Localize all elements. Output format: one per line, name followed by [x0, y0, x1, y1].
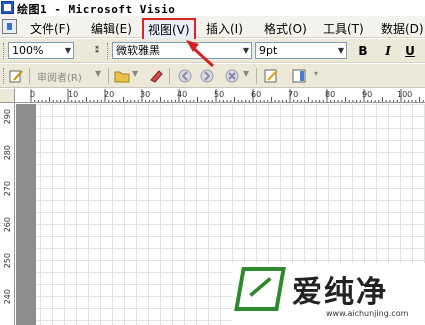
formatting-toolbar: 100% ▼ ⁑ 微软雅黑 ▼ 9pt ▼ B I U [0, 39, 425, 63]
zoom-combo[interactable]: 100% ▼ [8, 42, 74, 59]
document-icon[interactable] [2, 19, 17, 34]
chevron-down-icon[interactable]: ▼ [132, 69, 138, 78]
ruler-label: 270 [3, 181, 12, 197]
folder-icon[interactable] [114, 68, 130, 84]
chevron-down-icon[interactable]: ▼ [95, 69, 101, 78]
font-value: 微软雅黑 [116, 44, 160, 57]
brand-logo-icon [234, 267, 286, 311]
font-size-combo[interactable]: 9pt ▼ [255, 42, 347, 59]
toolbar-grip[interactable] [107, 43, 110, 59]
title-bar: 绘图1 - Microsoft Visio [0, 0, 425, 16]
menu-view[interactable]: 视图(V) [142, 18, 196, 41]
watermark: 爱纯净 www.aichunjing.com [232, 263, 425, 325]
separator [169, 68, 170, 84]
standard-toolbar: 审阅者(R) ▼ ▼ ▼ ▾ [0, 64, 425, 88]
eraser-icon[interactable] [148, 68, 164, 84]
ruler-label: 240 [3, 289, 12, 305]
menu-tools[interactable]: 工具(T) [323, 20, 364, 37]
markup-icon[interactable] [263, 68, 279, 84]
menu-edit[interactable]: 编辑(E) [91, 20, 132, 37]
menu-data[interactable]: 数据(D) [381, 20, 424, 37]
ruler-label: 280 [3, 145, 12, 161]
separator [29, 68, 30, 84]
ruler-label: 290 [3, 109, 12, 125]
toolbar-grip[interactable] [3, 43, 6, 59]
horizontal-ruler[interactable]: 0 10 20 30 40 50 60 70 80 90 100 [15, 89, 425, 103]
chevron-down-icon[interactable]: ▼ [243, 69, 249, 78]
menu-bar: 文件(F) 编辑(E) 视图(V) 插入(I) 格式(O) 工具(T) 数据(D… [0, 16, 425, 41]
ruler-label: 0 [30, 90, 36, 99]
chevron-down-icon[interactable]: ▼ [338, 43, 344, 58]
watermark-url: www.aichunjing.com [326, 309, 409, 318]
ruler-label: 10 [68, 90, 79, 99]
toolbar-grip[interactable] [3, 68, 6, 84]
ruler-label: 40 [177, 90, 188, 99]
ruler-label: 60 [251, 90, 262, 99]
ruler-label: 30 [140, 90, 151, 99]
menu-insert[interactable]: 插入(I) [206, 20, 243, 37]
menu-format[interactable]: 格式(O) [264, 20, 307, 37]
vertical-ruler[interactable]: 290 280 270 260 250 240 [0, 103, 15, 325]
font-combo[interactable]: 微软雅黑 ▼ [112, 42, 252, 59]
next-comment-icon[interactable] [199, 68, 215, 84]
visio-app-icon [1, 1, 14, 14]
ruler-label: 100 [397, 90, 413, 99]
underline-button[interactable]: U [401, 42, 419, 60]
ruler-corner [0, 89, 15, 103]
chevron-down-icon[interactable]: ▼ [65, 43, 71, 58]
ruler-label: 50 [214, 90, 225, 99]
reviewer-button[interactable]: 审阅者(R) [37, 69, 82, 84]
previous-comment-icon[interactable] [177, 68, 193, 84]
toolbar-options-icon[interactable]: ▾ [314, 69, 318, 78]
italic-button[interactable]: I [379, 42, 397, 60]
ruler-label: 80 [325, 90, 336, 99]
ruler-label: 20 [104, 90, 115, 99]
toolbar-overflow-icon[interactable]: ⁑ [88, 42, 106, 60]
zoom-value: 100% [12, 44, 44, 57]
ruler-label: 250 [3, 253, 12, 269]
chevron-down-icon[interactable]: ▼ [243, 43, 249, 58]
ruler-label: 260 [3, 217, 12, 233]
ruler-label: 90 [362, 90, 373, 99]
bold-button[interactable]: B [354, 42, 372, 60]
watermark-brand: 爱纯净 [292, 275, 388, 310]
edit-note-icon[interactable] [8, 68, 24, 84]
delete-comment-icon[interactable] [224, 68, 240, 84]
separator [108, 68, 109, 84]
window-title: 绘图1 - Microsoft Visio [17, 3, 176, 16]
reviewing-pane-icon[interactable] [291, 68, 307, 84]
separator [256, 68, 257, 84]
menu-file[interactable]: 文件(F) [30, 20, 70, 37]
page-margin [16, 104, 36, 325]
ruler-label: 70 [288, 90, 299, 99]
font-size-value: 9pt [259, 44, 278, 57]
